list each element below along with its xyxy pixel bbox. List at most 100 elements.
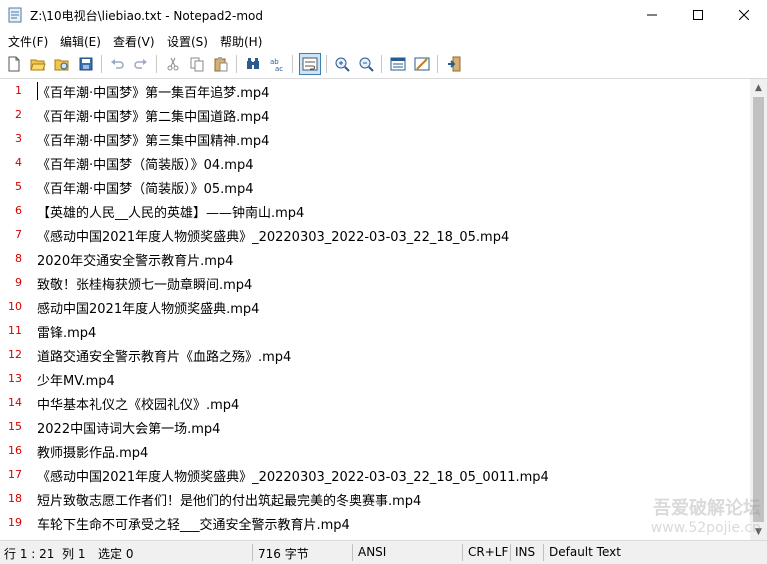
menu-edit[interactable]: 编辑(E) (60, 33, 101, 50)
text-line[interactable]: 《百年潮·中国梦》第二集中国道路.mp4 (37, 106, 269, 125)
text-line[interactable]: 雷锋.mp4 (37, 322, 96, 341)
text-line[interactable]: 感动中国2021年度人物颁奖盛典.mp4 (37, 298, 259, 317)
text-line[interactable]: 《百年潮·中国梦（简装版）》05.mp4 (37, 178, 254, 197)
status-line-ending[interactable]: CR+LF (468, 545, 508, 559)
status-separator (252, 544, 253, 561)
text-line[interactable]: 车轮下生命不可承受之轻___交通安全警示教育片.mp4 (37, 514, 350, 533)
notepad-icon (8, 7, 22, 23)
find-button[interactable] (242, 53, 264, 75)
minimize-button[interactable] (629, 0, 675, 30)
copy-button[interactable] (186, 53, 208, 75)
line-number: 9 (15, 276, 22, 289)
line-number: 3 (15, 132, 22, 145)
line-number: 19 (8, 516, 22, 529)
word-wrap-toggle[interactable] (299, 53, 321, 75)
redo-icon (134, 59, 147, 69)
line-number: 14 (8, 396, 22, 409)
vertical-scrollbar[interactable]: ▲ ▼ (750, 79, 767, 540)
menu-help[interactable]: 帮助(H) (220, 33, 262, 50)
status-scheme[interactable]: Default Text (549, 545, 621, 559)
maximize-icon (693, 10, 703, 20)
toolbar-separator (292, 55, 293, 73)
close-button[interactable] (721, 0, 767, 30)
text-line[interactable]: 致敬！张桂梅获颁七一勋章瞬间.mp4 (37, 274, 252, 293)
text-line[interactable]: 《感动中国2021年度人物颁奖盛典》_20220303_2022-03-03_2… (37, 226, 509, 245)
text-editor[interactable]: 1 2 3 4 5 6 7 8 9 10 11 12 13 14 15 16 1… (0, 78, 767, 540)
scroll-up-button[interactable]: ▲ (750, 79, 767, 96)
redo-button[interactable] (130, 53, 152, 75)
text-line[interactable]: 《感动中国2021年度人物颁奖盛典》_20220303_2022-03-03_2… (37, 466, 549, 485)
text-line[interactable]: 中华基本礼仪之《校园礼仪》.mp4 (37, 394, 239, 413)
browse-button[interactable] (51, 53, 73, 75)
line-number: 11 (8, 324, 22, 337)
undo-button[interactable] (106, 53, 128, 75)
text-line[interactable]: 《百年潮·中国梦（简装版）》04.mp4 (37, 154, 254, 173)
save-icon (79, 57, 93, 71)
text-line[interactable]: 2022中国诗词大会第一场.mp4 (37, 418, 220, 437)
text-line[interactable]: 短片致敬志愿工作者们！是他们的付出筑起最完美的冬奥赛事.mp4 (37, 490, 421, 509)
line-number: 16 (8, 444, 22, 457)
exit-button[interactable] (443, 53, 465, 75)
toolbar-separator (101, 55, 102, 73)
line-number: 17 (8, 468, 22, 481)
line-number: 2 (15, 108, 22, 121)
copy-icon (190, 57, 204, 72)
text-line[interactable]: 道路交通安全警示教育片《血路之殇》.mp4 (37, 346, 291, 365)
zoom-out-icon (359, 57, 374, 72)
status-file-size: 716 字节 (258, 547, 309, 561)
cut-button[interactable] (162, 53, 184, 75)
scroll-thumb[interactable] (753, 97, 764, 522)
menu-settings[interactable]: 设置(S) (167, 33, 208, 50)
text-line[interactable]: 教师摄影作品.mp4 (37, 442, 148, 461)
text-line[interactable]: 《百年潮·中国梦》第一集百年追梦.mp4 (37, 82, 269, 101)
toolbar-separator (381, 55, 382, 73)
word-wrap-icon (302, 57, 318, 71)
zoom-out-button[interactable] (355, 53, 377, 75)
line-number: 1 (15, 84, 22, 97)
menu-file[interactable]: 文件(F) (8, 33, 48, 50)
view-scheme-icon (390, 57, 406, 71)
status-position: 行 1 : 21 (4, 547, 55, 561)
menu-bar: 文件(F) 编辑(E) 查看(V) 设置(S) 帮助(H) (0, 30, 767, 50)
new-file-icon (8, 56, 20, 72)
toolbar-separator (437, 55, 438, 73)
text-line[interactable]: 《百年潮·中国梦》第三集中国精神.mp4 (37, 130, 269, 149)
menu-view[interactable]: 查看(V) (113, 33, 155, 50)
watermark-url: www.52pojie.cn (650, 520, 761, 536)
status-ins-mode[interactable]: INS (515, 545, 535, 559)
cut-icon (167, 57, 179, 71)
zoom-in-button[interactable] (331, 53, 353, 75)
customize-scheme-button[interactable] (411, 53, 433, 75)
replace-button[interactable]: ab ac (266, 53, 288, 75)
line-number: 6 (15, 204, 22, 217)
line-number: 5 (15, 180, 22, 193)
line-number: 10 (8, 300, 22, 313)
status-separator (352, 544, 353, 561)
paste-icon (214, 57, 228, 72)
line-number-gutter: 1 2 3 4 5 6 7 8 9 10 11 12 13 14 15 16 1… (0, 79, 30, 540)
find-icon (247, 58, 259, 69)
status-encoding[interactable]: ANSI (358, 545, 386, 559)
new-file-button[interactable] (3, 53, 25, 75)
status-selection: 选定 0 (98, 547, 134, 561)
zoom-in-icon (335, 57, 350, 72)
browse-icon (54, 59, 69, 71)
text-line[interactable]: 2020年交通安全警示教育片.mp4 (37, 250, 233, 269)
toolbar: ab ac (0, 50, 767, 78)
text-line[interactable]: 【英雄的人民__人民的英雄】——钟南山.mp4 (37, 202, 304, 221)
text-line[interactable]: 少年MV.mp4 (37, 370, 115, 389)
toolbar-separator (236, 55, 237, 73)
view-scheme-button[interactable] (387, 53, 409, 75)
paste-button[interactable] (210, 53, 232, 75)
maximize-button[interactable] (675, 0, 721, 30)
line-number: 7 (15, 228, 22, 241)
open-folder-icon (30, 59, 46, 71)
watermark: 吾爱破解论坛 www.52pojie.cn (651, 494, 761, 536)
line-number: 15 (8, 420, 22, 433)
watermark-title: 吾爱破解论坛 (653, 498, 761, 519)
title-bar[interactable]: Z:\10电视台\liebiao.txt - Notepad2-mod (0, 0, 767, 30)
save-button[interactable] (75, 53, 97, 75)
scroll-down-button[interactable]: ▼ (750, 523, 767, 540)
open-button[interactable] (27, 53, 49, 75)
chevron-down-icon: ▼ (755, 526, 762, 537)
